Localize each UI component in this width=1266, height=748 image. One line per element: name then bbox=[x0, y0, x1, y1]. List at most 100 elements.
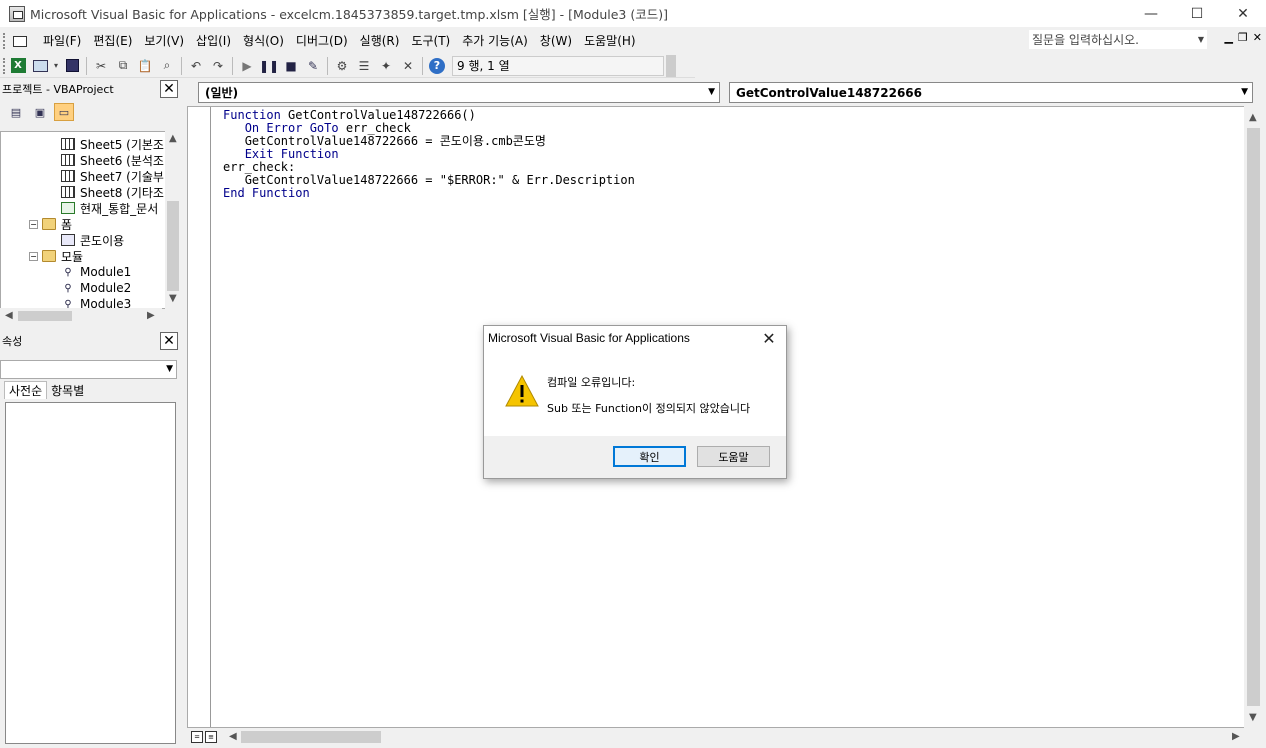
tree-item-sheet8[interactable]: Sheet8 (기타조 bbox=[61, 184, 164, 200]
menu-view[interactable]: 보기(V) bbox=[138, 32, 190, 49]
properties-window: 속성 ✕ ▼ 사전순 항목별 bbox=[0, 331, 181, 748]
project-tree[interactable]: Sheet5 (기본조 Sheet6 (분석조 Sheet7 (기술부 Shee… bbox=[0, 131, 178, 309]
tree-item-sheet7[interactable]: Sheet7 (기술부 bbox=[61, 168, 164, 184]
close-icon[interactable]: ✕ bbox=[160, 332, 178, 350]
tree-folder-forms[interactable]: − 폼 bbox=[29, 216, 72, 232]
chevron-down-icon[interactable]: ▼ bbox=[1198, 35, 1204, 44]
object-combo-value: (일반) bbox=[205, 86, 239, 100]
menu-format[interactable]: 형식(O) bbox=[237, 32, 290, 49]
scroll-up-icon[interactable]: ▲ bbox=[1249, 112, 1257, 123]
paste-icon[interactable]: 📋 bbox=[134, 56, 156, 76]
scroll-down-icon[interactable]: ▼ bbox=[169, 293, 177, 304]
break-icon[interactable]: ❚❚ bbox=[258, 56, 280, 76]
close-icon[interactable]: ✕ bbox=[760, 329, 778, 348]
code-text[interactable]: Function GetControlValue148722666() On E… bbox=[223, 109, 635, 200]
design-mode-icon[interactable]: ✎ bbox=[302, 56, 324, 76]
redo-icon[interactable]: ↷ bbox=[207, 56, 229, 76]
ok-button[interactable]: 확인 bbox=[613, 446, 686, 467]
menu-window[interactable]: 창(W) bbox=[534, 32, 578, 49]
menu-grip[interactable] bbox=[3, 32, 7, 49]
object-combo[interactable]: (일반) ▼ bbox=[198, 82, 720, 103]
code-margin-indicator-bar[interactable] bbox=[188, 107, 211, 727]
menu-edit[interactable]: 편집(E) bbox=[87, 32, 138, 49]
tab-alphabetic[interactable]: 사전순 bbox=[4, 381, 48, 399]
copy-icon[interactable]: ⧉ bbox=[112, 56, 134, 76]
insert-userform-icon[interactable] bbox=[29, 56, 51, 76]
chevron-down-icon[interactable]: ▼ bbox=[708, 87, 715, 97]
tab-categorized[interactable]: 항목별 bbox=[47, 381, 88, 399]
scroll-thumb[interactable] bbox=[18, 311, 72, 321]
menu-file[interactable]: 파일(F) bbox=[37, 32, 87, 49]
tree-item-module2[interactable]: ⚲ Module2 bbox=[61, 280, 131, 296]
menu-help[interactable]: 도움말(H) bbox=[578, 32, 642, 49]
cut-icon[interactable]: ✂ bbox=[90, 56, 112, 76]
scroll-up-icon[interactable]: ▲ bbox=[169, 133, 177, 144]
object-browser-icon[interactable]: ✦ bbox=[375, 56, 397, 76]
tree-item-label: Sheet6 (분석조 bbox=[80, 153, 164, 168]
tree-item-label: Sheet5 (기본조 bbox=[80, 137, 164, 152]
help-icon[interactable]: ? bbox=[426, 56, 448, 76]
insert-dropdown-icon[interactable]: ▾ bbox=[51, 56, 61, 76]
scroll-left-icon[interactable]: ◀ bbox=[5, 310, 13, 321]
tree-item-module1[interactable]: ⚲ Module1 bbox=[61, 264, 131, 280]
toggle-folders-icon[interactable]: ▭ bbox=[54, 103, 74, 121]
properties-grid[interactable] bbox=[5, 402, 176, 744]
code-horizontal-scrollbar[interactable]: = ≡ ◀ ▶ bbox=[187, 728, 1248, 746]
find-icon[interactable]: ⌕ bbox=[156, 56, 178, 76]
procedure-view-icon[interactable]: = bbox=[191, 731, 203, 743]
scroll-right-icon[interactable]: ▶ bbox=[1232, 731, 1240, 742]
chevron-down-icon[interactable]: ▼ bbox=[1241, 87, 1248, 97]
view-object-icon[interactable]: ▣ bbox=[30, 103, 50, 121]
scroll-down-icon[interactable]: ▼ bbox=[1249, 712, 1257, 723]
close-window-button[interactable]: ✕ bbox=[1220, 0, 1266, 27]
minimize-button[interactable]: — bbox=[1128, 0, 1174, 27]
tree-item-form[interactable]: 콘도이용 bbox=[61, 232, 124, 248]
view-code-icon[interactable]: ▤ bbox=[6, 103, 26, 121]
tree-vertical-scrollbar[interactable]: ▲ ▼ bbox=[165, 131, 181, 309]
help-button[interactable]: 도움말 bbox=[697, 446, 770, 467]
undo-icon[interactable]: ↶ bbox=[185, 56, 207, 76]
toolbar-options[interactable] bbox=[666, 54, 676, 77]
reset-icon[interactable]: ■ bbox=[280, 56, 302, 76]
scroll-thumb[interactable] bbox=[167, 201, 179, 291]
standard-toolbar: X ▾ ✂ ⧉ 📋 ⌕ ↶ ↷ ▶ ❚❚ ■ ✎ ⚙ ☰ ✦ ✕ ? 9 행, … bbox=[0, 54, 695, 78]
tree-folder-modules[interactable]: − 모듈 bbox=[29, 248, 83, 264]
save-icon[interactable] bbox=[61, 56, 83, 76]
menu-addins[interactable]: 추가 기능(A) bbox=[456, 32, 534, 49]
tree-item-sheet6[interactable]: Sheet6 (분석조 bbox=[61, 152, 164, 168]
tree-item-sheet5[interactable]: Sheet5 (기본조 bbox=[61, 136, 164, 152]
menu-debug[interactable]: 디버그(D) bbox=[290, 32, 354, 49]
view-excel-icon[interactable]: X bbox=[7, 56, 29, 76]
maximize-button[interactable]: ☐ bbox=[1174, 0, 1220, 27]
mdi-minimize-icon[interactable]: ▁ bbox=[1224, 31, 1232, 44]
collapse-icon[interactable]: − bbox=[29, 219, 38, 229]
project-explorer: 프로젝트 - VBAProject ✕ ▤ ▣ ▭ Sheet5 (기본조 Sh… bbox=[0, 79, 181, 327]
menu-tools[interactable]: 도구(T) bbox=[405, 32, 456, 49]
mdi-restore-icon[interactable]: ❐ bbox=[1238, 31, 1248, 44]
run-icon[interactable]: ▶ bbox=[236, 56, 258, 76]
scroll-thumb[interactable] bbox=[1247, 128, 1260, 706]
tree-horizontal-scrollbar[interactable]: ◀ ▶ bbox=[0, 308, 162, 324]
scroll-right-icon[interactable]: ▶ bbox=[147, 310, 155, 321]
code-keyword: End Function bbox=[223, 186, 310, 200]
mdi-close-icon[interactable]: ✕ bbox=[1253, 31, 1262, 44]
collapse-icon[interactable]: − bbox=[29, 251, 38, 261]
code-window-menu-icon[interactable] bbox=[11, 33, 29, 49]
toolbar-separator bbox=[181, 56, 182, 75]
menu-insert[interactable]: 삽입(I) bbox=[190, 32, 237, 49]
close-icon[interactable]: ✕ bbox=[160, 80, 178, 98]
code-line[interactable]: End Function bbox=[223, 187, 635, 200]
tree-item-thisworkbook[interactable]: 현재_통합_문서 bbox=[61, 200, 158, 216]
chevron-down-icon[interactable]: ▼ bbox=[166, 364, 173, 374]
code-vertical-scrollbar[interactable]: ▲ ▼ bbox=[1244, 106, 1264, 728]
menu-run[interactable]: 실행(R) bbox=[354, 32, 406, 49]
help-search-input[interactable]: 질문을 입력하십시오. ▼ bbox=[1029, 30, 1207, 49]
toolbox-icon[interactable]: ✕ bbox=[397, 56, 419, 76]
properties-window-icon[interactable]: ☰ bbox=[353, 56, 375, 76]
object-select[interactable]: ▼ bbox=[0, 360, 177, 379]
project-explorer-icon[interactable]: ⚙ bbox=[331, 56, 353, 76]
full-module-view-icon[interactable]: ≡ bbox=[205, 731, 217, 743]
scroll-left-icon[interactable]: ◀ bbox=[229, 731, 237, 742]
procedure-combo[interactable]: GetControlValue148722666 ▼ bbox=[729, 82, 1253, 103]
scroll-thumb[interactable] bbox=[241, 731, 381, 743]
